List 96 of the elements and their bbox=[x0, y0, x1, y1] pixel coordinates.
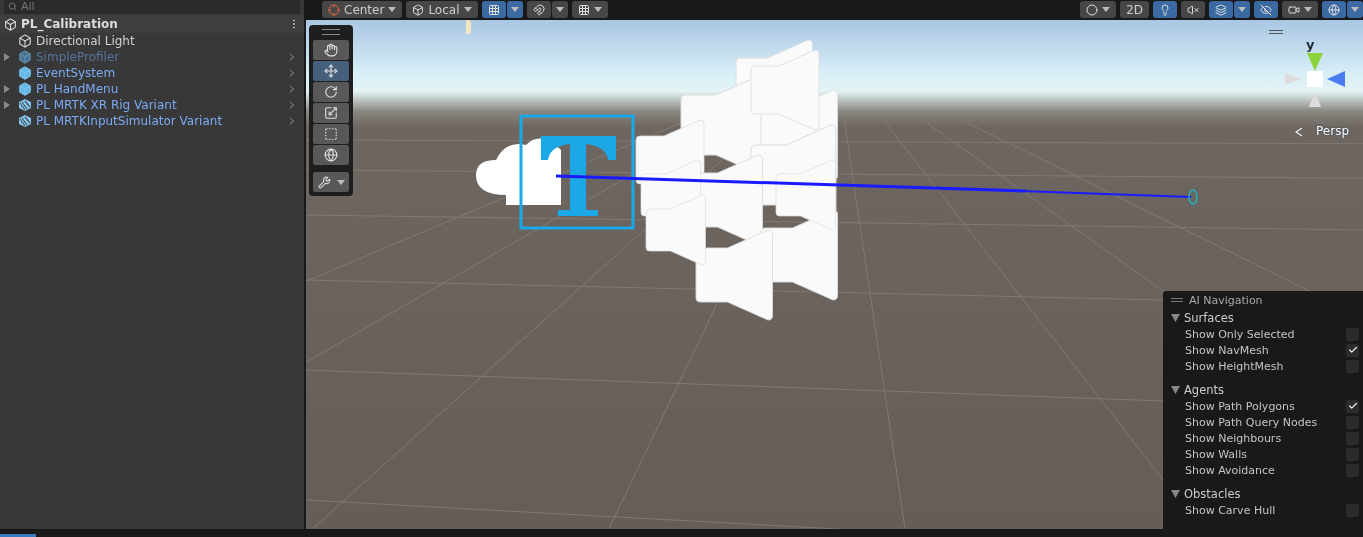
drag-handle[interactable] bbox=[1269, 30, 1283, 34]
caret-icon bbox=[1238, 7, 1246, 12]
hand-icon bbox=[324, 43, 338, 57]
scale-icon bbox=[324, 106, 338, 120]
dropdown-button[interactable] bbox=[506, 1, 523, 18]
option-label: Show HeightMesh bbox=[1185, 359, 1284, 373]
section-foldout[interactable]: Obstacles bbox=[1163, 483, 1363, 502]
hand-tool-button[interactable] bbox=[313, 40, 349, 60]
option-label: Show Neighbours bbox=[1185, 431, 1282, 445]
scale-tool-button[interactable] bbox=[313, 103, 349, 123]
search-field[interactable]: All bbox=[4, 0, 300, 14]
lighting-icon bbox=[1159, 3, 1171, 16]
option-label: Show Walls bbox=[1185, 447, 1247, 461]
dropdown-button[interactable] bbox=[551, 1, 568, 18]
prefab-cube-icon bbox=[18, 50, 32, 64]
unity-scene-icon bbox=[4, 17, 17, 31]
checkbox[interactable] bbox=[1346, 399, 1359, 413]
caret-icon bbox=[388, 7, 397, 12]
scene-header[interactable]: PL_Calibration bbox=[0, 15, 304, 33]
rect-tool-button[interactable] bbox=[313, 124, 349, 144]
shading-mode-dropdown[interactable] bbox=[1080, 1, 1117, 18]
caret-icon bbox=[555, 7, 564, 12]
option-label: Show Avoidance bbox=[1185, 463, 1275, 477]
grid-toggle[interactable] bbox=[571, 1, 608, 18]
grid-snap-icon bbox=[487, 3, 500, 16]
pivot-dropdown[interactable]: Center bbox=[322, 1, 403, 18]
visibility-icon bbox=[1260, 3, 1272, 16]
caret-icon bbox=[1304, 7, 1312, 12]
rotate-icon bbox=[324, 85, 338, 99]
grid-snap-toggle[interactable] bbox=[481, 1, 506, 18]
axis-label: y bbox=[1306, 37, 1315, 52]
caret-icon bbox=[1102, 7, 1111, 12]
increment-snap-icon bbox=[532, 3, 545, 16]
camera-dropdown[interactable] bbox=[1282, 1, 1318, 18]
audio-toggle[interactable] bbox=[1181, 1, 1205, 18]
visibility-toggle[interactable] bbox=[1254, 1, 1278, 18]
section-foldout[interactable]: Agents bbox=[1163, 379, 1363, 398]
scene-name: PL_Calibration bbox=[21, 17, 119, 31]
transform-tool-button[interactable] bbox=[313, 145, 349, 165]
item-label: SimpleProfiler bbox=[36, 50, 121, 64]
prefab-variant-icon bbox=[18, 114, 32, 128]
gizmos-icon bbox=[1328, 3, 1340, 16]
space-dropdown[interactable]: Local bbox=[406, 1, 478, 18]
lighting-toggle[interactable] bbox=[1153, 1, 1177, 18]
2d-toggle[interactable]: 2D bbox=[1120, 1, 1149, 18]
active-tab-indicator bbox=[0, 534, 36, 537]
item-label: PL MRTK XR Rig Variant bbox=[36, 98, 178, 112]
prefab-variant-icon bbox=[18, 98, 32, 112]
item-label: PL HandMenu bbox=[36, 82, 120, 96]
gizmos-toggle[interactable] bbox=[1322, 1, 1346, 18]
prefab-cube-icon bbox=[18, 66, 32, 80]
section-foldout[interactable]: Surfaces bbox=[1163, 307, 1363, 326]
custom-tools-button[interactable] bbox=[313, 172, 349, 192]
dropdown-button[interactable] bbox=[1234, 1, 1250, 18]
hierarchy-item[interactable]: EventSystem bbox=[0, 65, 304, 81]
item-label: EventSystem bbox=[36, 66, 117, 80]
wrench-icon bbox=[317, 175, 331, 189]
option-label: Show Only Selected bbox=[1185, 327, 1295, 341]
move-icon bbox=[324, 64, 338, 78]
effects-toggle[interactable] bbox=[1209, 1, 1233, 18]
pivot-icon bbox=[328, 3, 340, 16]
item-label: Directional Light bbox=[36, 34, 136, 48]
hierarchy-item[interactable]: PL MRTKInputSimulator Variant bbox=[0, 113, 304, 129]
grid-icon bbox=[577, 3, 590, 16]
hierarchy-item[interactable]: PL MRTK XR Rig Variant bbox=[0, 97, 304, 113]
move-tool-button[interactable] bbox=[313, 61, 349, 81]
option-label: Show NavMesh bbox=[1185, 343, 1269, 357]
shading-icon bbox=[1086, 3, 1099, 16]
caret-icon bbox=[1351, 7, 1359, 12]
increment-snap-toggle[interactable] bbox=[526, 1, 551, 18]
drag-handle[interactable] bbox=[322, 29, 340, 35]
search-icon bbox=[8, 1, 17, 11]
checkbox[interactable] bbox=[1346, 343, 1359, 357]
option-label: Show Path Polygons bbox=[1185, 399, 1295, 413]
audio-icon bbox=[1187, 3, 1199, 16]
item-label: PL MRTKInputSimulator Variant bbox=[36, 114, 224, 128]
overlay-title: AI Navigation bbox=[1189, 293, 1263, 307]
camera-icon bbox=[1288, 3, 1300, 16]
cube-icon bbox=[18, 34, 32, 48]
drag-handle-icon[interactable] bbox=[1171, 298, 1183, 302]
prefab-cube-icon bbox=[18, 82, 32, 96]
rect-icon bbox=[324, 127, 338, 141]
space-icon bbox=[412, 3, 425, 16]
caret-icon bbox=[336, 179, 345, 185]
hierarchy-item[interactable]: PL HandMenu bbox=[0, 81, 304, 97]
option-label: Show Carve Hull bbox=[1185, 503, 1276, 517]
caret-icon bbox=[463, 7, 472, 12]
transform-icon bbox=[324, 148, 338, 162]
hierarchy-item[interactable]: Directional Light bbox=[0, 33, 304, 49]
dropdown-button[interactable] bbox=[1347, 1, 1363, 18]
projection-label[interactable]: Persp bbox=[1316, 124, 1349, 138]
caret-icon bbox=[510, 7, 519, 12]
rotate-tool-button[interactable] bbox=[313, 82, 349, 102]
caret-icon bbox=[593, 7, 602, 12]
effects-icon bbox=[1215, 3, 1227, 16]
option-label: Show Path Query Nodes bbox=[1185, 415, 1318, 429]
